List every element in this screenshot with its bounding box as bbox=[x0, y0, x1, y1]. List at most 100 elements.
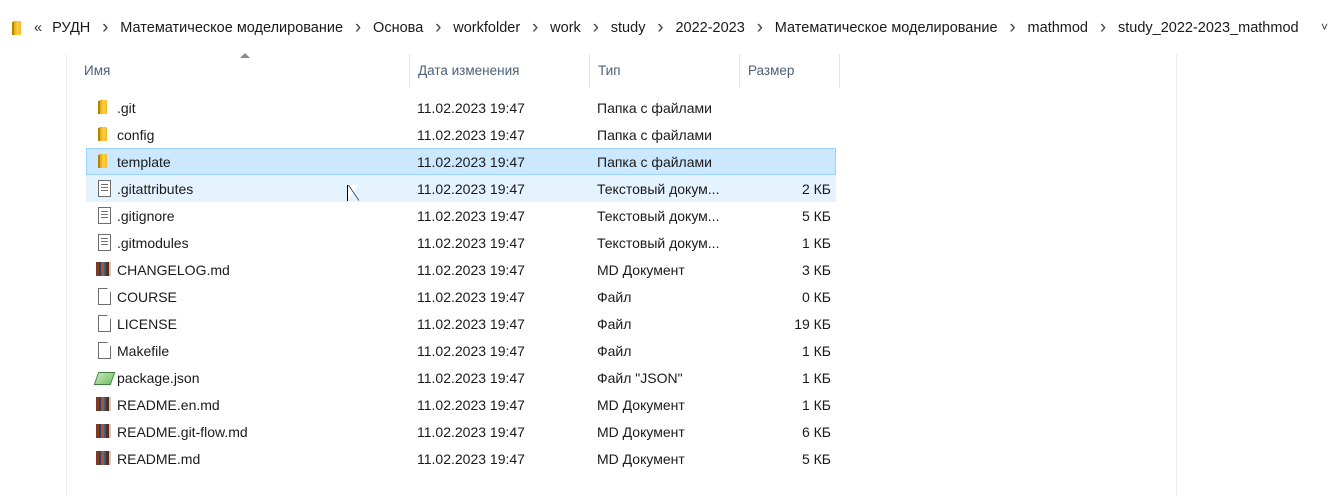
file-date: 11.02.2023 19:47 bbox=[417, 154, 525, 170]
chevron-right-icon[interactable] bbox=[647, 21, 673, 36]
file-type: Папка с файлами bbox=[597, 154, 712, 170]
breadcrumb-item-mathmod[interactable]: mathmod bbox=[1026, 20, 1090, 36]
markdown-document-icon bbox=[95, 422, 113, 442]
file-row[interactable]: Makefile 11.02.2023 19:47 Файл 1 КБ bbox=[86, 337, 836, 364]
breadcrumb-item-rudn[interactable]: РУДН bbox=[50, 20, 92, 36]
file-type: Файл bbox=[597, 316, 632, 332]
chevron-right-icon[interactable] bbox=[92, 21, 118, 36]
file-date: 11.02.2023 19:47 bbox=[417, 289, 525, 305]
file-row[interactable]: CHANGELOG.md 11.02.2023 19:47 MD Докумен… bbox=[86, 256, 836, 283]
file-date: 11.02.2023 19:47 bbox=[417, 100, 525, 116]
file-icon bbox=[95, 341, 113, 361]
chevron-down-icon[interactable] bbox=[1321, 20, 1335, 36]
folder-icon bbox=[9, 19, 21, 35]
file-size: 1 КБ bbox=[801, 397, 831, 413]
file-type: Файл bbox=[597, 289, 632, 305]
file-name: Makefile bbox=[117, 343, 170, 359]
file-size: 0 КБ bbox=[801, 289, 831, 305]
column-header-size[interactable]: Размер bbox=[740, 54, 840, 88]
file-date: 11.02.2023 19:47 bbox=[417, 235, 525, 251]
chevron-right-icon[interactable] bbox=[522, 21, 548, 36]
chevron-right-icon[interactable] bbox=[345, 21, 371, 36]
file-type: Папка с файлами bbox=[597, 100, 712, 116]
chevron-right-icon[interactable] bbox=[1090, 21, 1116, 36]
file-type: Файл bbox=[597, 343, 632, 359]
chevron-right-icon[interactable] bbox=[747, 21, 773, 36]
file-size: 19 КБ bbox=[794, 316, 831, 332]
breadcrumb-item-osnova[interactable]: Основа bbox=[371, 20, 425, 36]
file-type: Текстовый докум... bbox=[597, 235, 720, 251]
breadcrumb-item-workfolder[interactable]: workfolder bbox=[451, 20, 522, 36]
breadcrumb-overflow-button[interactable]: « bbox=[34, 20, 42, 36]
file-name: .gitattributes bbox=[117, 181, 194, 197]
address-bar[interactable]: « РУДН Математическое моделирование Осно… bbox=[0, 0, 1336, 54]
file-name: CHANGELOG.md bbox=[117, 262, 230, 278]
file-name: README.en.md bbox=[117, 397, 220, 413]
file-name: .git bbox=[117, 100, 136, 116]
file-name: .gitmodules bbox=[117, 235, 189, 251]
file-row[interactable]: config 11.02.2023 19:47 Папка с файлами bbox=[86, 121, 836, 148]
file-date: 11.02.2023 19:47 bbox=[417, 451, 525, 467]
file-type: Файл "JSON" bbox=[597, 370, 683, 386]
file-row[interactable]: .gitmodules 11.02.2023 19:47 Текстовый д… bbox=[86, 229, 836, 256]
file-row[interactable]: .gitignore 11.02.2023 19:47 Текстовый до… bbox=[86, 202, 836, 229]
markdown-document-icon bbox=[95, 260, 113, 280]
breadcrumb-item-study-mathmod[interactable]: study_2022-2023_mathmod bbox=[1116, 20, 1301, 36]
file-size: 1 КБ bbox=[801, 370, 831, 386]
file-row[interactable]: COURSE 11.02.2023 19:47 Файл 0 КБ bbox=[86, 283, 836, 310]
breadcrumb-item-work[interactable]: work bbox=[548, 20, 583, 36]
markdown-document-icon bbox=[95, 395, 113, 415]
column-divider[interactable] bbox=[839, 54, 840, 88]
chevron-right-icon[interactable] bbox=[425, 21, 451, 36]
breadcrumb-item-math-modeling[interactable]: Математическое моделирование bbox=[118, 20, 345, 36]
file-date: 11.02.2023 19:47 bbox=[417, 181, 525, 197]
column-header-label: Дата изменения bbox=[418, 63, 520, 78]
column-header-label: Размер bbox=[748, 63, 795, 78]
file-row[interactable]: README.git-flow.md 11.02.2023 19:47 MD Д… bbox=[86, 418, 836, 445]
breadcrumb: « РУДН Математическое моделирование Осно… bbox=[34, 17, 1301, 39]
file-name: LICENSE bbox=[117, 316, 177, 332]
file-size: 6 КБ bbox=[801, 424, 831, 440]
folder-icon bbox=[95, 98, 113, 118]
mouse-pointer-icon bbox=[347, 185, 361, 205]
file-type: Текстовый докум... bbox=[597, 208, 720, 224]
file-date: 11.02.2023 19:47 bbox=[417, 127, 525, 143]
file-date: 11.02.2023 19:47 bbox=[417, 370, 525, 386]
file-row[interactable]: README.en.md 11.02.2023 19:47 MD Докумен… bbox=[86, 391, 836, 418]
file-row[interactable]: .git 11.02.2023 19:47 Папка с файлами bbox=[86, 94, 836, 121]
file-type: MD Документ bbox=[597, 451, 685, 467]
column-header-date[interactable]: Дата изменения bbox=[410, 54, 590, 88]
file-row[interactable]: package.json 11.02.2023 19:47 Файл "JSON… bbox=[86, 364, 836, 391]
file-icon bbox=[95, 314, 113, 334]
file-name: README.md bbox=[117, 451, 201, 467]
breadcrumb-item-year[interactable]: 2022-2023 bbox=[673, 20, 746, 36]
file-row-hovered[interactable]: .gitattributes 11.02.2023 19:47 Текстовы… bbox=[86, 175, 836, 202]
file-type: MD Документ bbox=[597, 424, 685, 440]
pane-border-left bbox=[66, 54, 67, 496]
breadcrumb-item-math-modeling-2[interactable]: Математическое моделирование bbox=[773, 20, 1000, 36]
breadcrumb-item-study[interactable]: study bbox=[609, 20, 648, 36]
file-date: 11.02.2023 19:47 bbox=[417, 316, 525, 332]
file-row-selected[interactable]: template 11.02.2023 19:47 Папка с файлам… bbox=[86, 148, 836, 175]
file-name: package.json bbox=[117, 370, 200, 386]
file-type: Папка с файлами bbox=[597, 127, 712, 143]
file-row[interactable]: README.md 11.02.2023 19:47 MD Документ 5… bbox=[86, 445, 836, 472]
file-row[interactable]: LICENSE 11.02.2023 19:47 Файл 19 КБ bbox=[86, 310, 836, 337]
column-header-label: Тип bbox=[598, 63, 621, 78]
sort-ascending-icon bbox=[239, 52, 251, 60]
file-size: 5 КБ bbox=[801, 451, 831, 467]
column-header-label: Имя bbox=[84, 63, 111, 78]
json-file-icon bbox=[95, 368, 113, 388]
file-type: MD Документ bbox=[597, 262, 685, 278]
file-date: 11.02.2023 19:47 bbox=[417, 208, 525, 224]
text-document-icon bbox=[95, 233, 113, 253]
file-size: 1 КБ bbox=[801, 235, 831, 251]
chevron-right-icon[interactable] bbox=[1000, 21, 1026, 36]
chevron-right-icon[interactable] bbox=[583, 21, 609, 36]
file-size: 3 КБ bbox=[801, 262, 831, 278]
file-icon bbox=[95, 287, 113, 307]
column-headers: Имя Дата изменения Тип Размер bbox=[76, 54, 840, 88]
column-header-type[interactable]: Тип bbox=[590, 54, 740, 88]
folder-icon bbox=[95, 125, 113, 145]
file-name: .gitignore bbox=[117, 208, 175, 224]
